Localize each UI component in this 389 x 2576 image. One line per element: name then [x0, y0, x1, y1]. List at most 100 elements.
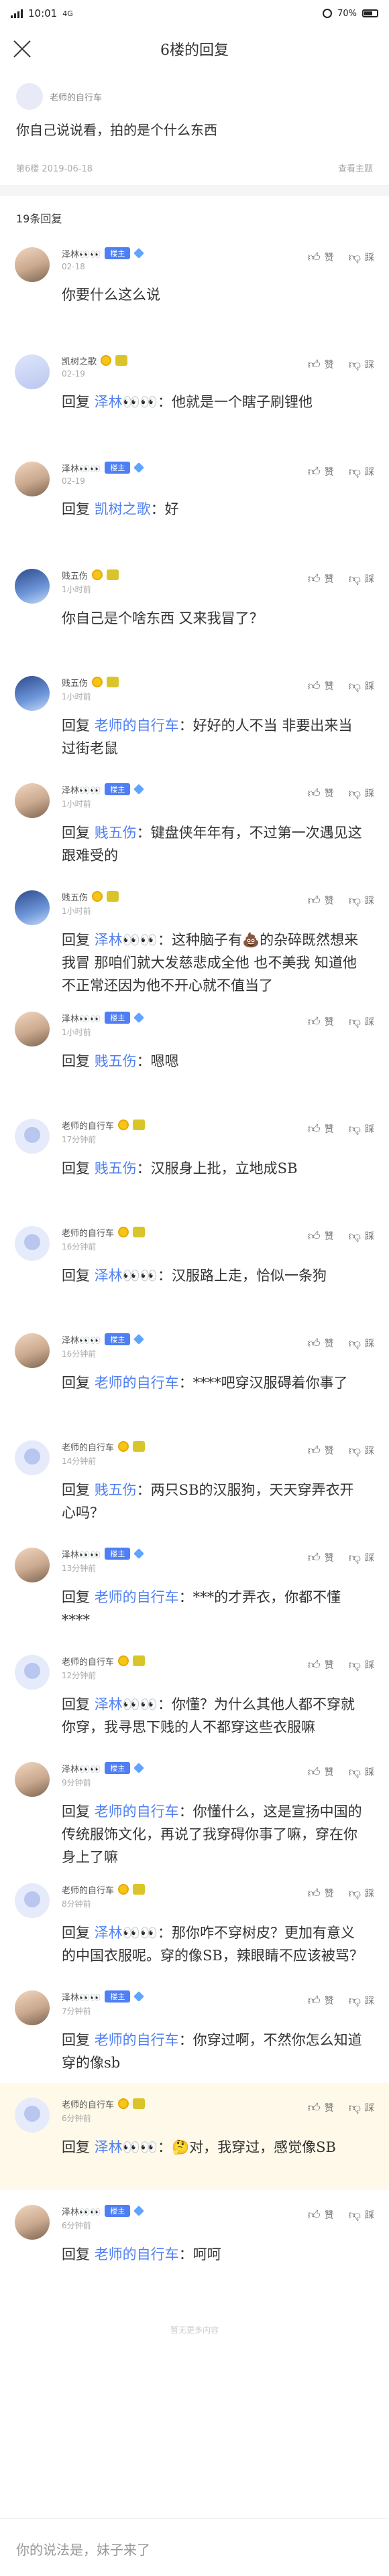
reply-item[interactable]: 泽林👀👀 楼主 02-18 👍︎ 赞 👎︎ 踩你要什么这么说 — [0, 232, 389, 340]
reply-item[interactable]: 泽林👀👀 楼主 16分钟前 👍︎ 赞 👎︎ 踩回复 老师的自行车：****吧穿汉服碍着你事了 — [0, 1318, 389, 1426]
reply-author[interactable]: 贱五伤 — [62, 569, 88, 582]
avatar[interactable] — [15, 783, 50, 818]
reply-item[interactable]: 贱五伤 1小时前 👍︎ 赞 👎︎ 踩回复 老师的自行车：好好的人不当 非要出来当过街老鼠 — [0, 661, 389, 768]
avatar[interactable] — [15, 2205, 50, 2240]
like-button[interactable]: 👍︎ 赞 — [308, 1336, 334, 1351]
mention-link[interactable]: 老师的自行车 — [95, 1589, 179, 1605]
avatar[interactable] — [15, 462, 50, 496]
reply-item[interactable]: 贱五伤 1小时前 👍︎ 赞 👎︎ 踩回复 泽林👀👀：这种脑子有💩的杂碎既然想来我冒 那咱们… — [0, 876, 389, 997]
dislike-button[interactable]: 👎︎ 踩 — [349, 1550, 374, 1565]
reply-author[interactable]: 老师的自行车 — [62, 1440, 114, 1453]
reply-item[interactable]: 泽林👀👀 楼主 6分钟前 👍︎ 赞 👎︎ 踩回复 老师的自行车：呵呵 — [0, 2190, 389, 2297]
reply-author[interactable]: 泽林👀👀 — [62, 462, 101, 474]
dislike-button[interactable]: 👎︎ 踩 — [349, 2100, 374, 2115]
reply-author[interactable]: 老师的自行车 — [62, 1655, 114, 1668]
like-button[interactable]: 👍︎ 赞 — [308, 1765, 334, 1779]
reply-item[interactable]: 泽林👀👀 楼主 1小时前 👍︎ 赞 👎︎ 踩回复 贱五伤：嗯嗯 — [0, 997, 389, 1104]
dislike-button[interactable]: 👎︎ 踩 — [349, 1122, 374, 1136]
reply-item[interactable]: 泽林👀👀 楼主 02-19 👍︎ 赞 👎︎ 踩回复 凯树之歌：好 — [0, 447, 389, 554]
avatar[interactable] — [15, 1883, 50, 1918]
mention-link[interactable]: 老师的自行车 — [95, 1375, 179, 1391]
mention-link[interactable]: 泽林👀👀 — [95, 1696, 158, 1712]
like-button[interactable]: 👍︎ 赞 — [308, 1014, 334, 1029]
dislike-button[interactable]: 👎︎ 踩 — [349, 464, 374, 479]
like-button[interactable]: 👍︎ 赞 — [308, 1657, 334, 1672]
like-button[interactable]: 👍︎ 赞 — [308, 1993, 334, 2008]
avatar[interactable] — [15, 1119, 50, 1154]
reply-item[interactable]: 老师的自行车 14分钟前 👍︎ 赞 👎︎ 踩回复 贱五伤：两只SB的汉服狗，天天穿弄衣开心… — [0, 1426, 389, 1533]
avatar[interactable] — [15, 676, 50, 711]
mention-link[interactable]: 泽林👀👀 — [95, 932, 158, 948]
avatar[interactable] — [15, 1990, 50, 2025]
like-button[interactable]: 👍︎ 赞 — [308, 786, 334, 801]
reply-author[interactable]: 老师的自行车 — [62, 2098, 114, 2110]
dislike-button[interactable]: 👎︎ 踩 — [349, 1336, 374, 1351]
avatar[interactable] — [15, 1762, 50, 1797]
reply-author[interactable]: 贱五伤 — [62, 890, 88, 903]
dislike-button[interactable]: 👎︎ 踩 — [349, 893, 374, 908]
like-button[interactable]: 👍︎ 赞 — [308, 1443, 334, 1458]
like-button[interactable]: 👍︎ 赞 — [308, 357, 334, 372]
post-author[interactable]: 老师的自行车 — [16, 83, 373, 110]
avatar[interactable] — [15, 1548, 50, 1582]
like-button[interactable]: 👍︎ 赞 — [308, 1886, 334, 1901]
reply-item[interactable]: 凯树之歌 02-19 👍︎ 赞 👎︎ 踩回复 泽林👀👀：他就是一个瞎子刷锂他 — [0, 340, 389, 447]
like-button[interactable]: 👍︎ 赞 — [308, 250, 334, 265]
like-button[interactable]: 👍︎ 赞 — [308, 2100, 334, 2115]
avatar[interactable] — [15, 1012, 50, 1046]
mention-link[interactable]: 贱五伤 — [95, 1053, 137, 1069]
dislike-button[interactable]: 👎︎ 踩 — [349, 1765, 374, 1779]
dislike-button[interactable]: 👎︎ 踩 — [349, 1443, 374, 1458]
reply-author[interactable]: 贱五伤 — [62, 676, 88, 689]
dislike-button[interactable]: 👎︎ 踩 — [349, 679, 374, 693]
like-button[interactable]: 👍︎ 赞 — [308, 893, 334, 908]
like-button[interactable]: 👍︎ 赞 — [308, 571, 334, 586]
avatar[interactable] — [15, 1655, 50, 1690]
mention-link[interactable]: 老师的自行车 — [95, 1804, 179, 1820]
mention-link[interactable]: 凯树之歌 — [95, 501, 151, 517]
reply-author[interactable]: 凯树之歌 — [62, 354, 97, 367]
avatar[interactable] — [15, 1440, 50, 1475]
comment-input[interactable]: 你的说法是，妹子来了 — [0, 2518, 389, 2576]
avatar[interactable] — [16, 83, 43, 110]
dislike-button[interactable]: 👎︎ 踩 — [349, 1886, 374, 1901]
reply-item[interactable]: 老师的自行车 16分钟前 👍︎ 赞 👎︎ 踩回复 泽林👀👀：汉服路上走，恰似一条狗 — [0, 1211, 389, 1318]
mention-link[interactable]: 泽林👀👀 — [95, 394, 158, 410]
reply-author[interactable]: 老师的自行车 — [62, 1883, 114, 1896]
mention-link[interactable]: 泽林👀👀 — [95, 1925, 158, 1941]
reply-item[interactable]: 泽林👀👀 楼主 9分钟前 👍︎ 赞 👎︎ 踩回复 老师的自行车：你懂什么，这是宣扬中国的传统… — [0, 1747, 389, 1869]
reply-item[interactable]: 贱五伤 1小时前 👍︎ 赞 👎︎ 踩你自己是个啥东西 又来我冒了？ — [0, 554, 389, 661]
reply-author[interactable]: 老师的自行车 — [62, 1119, 114, 1132]
mention-link[interactable]: 老师的自行车 — [95, 2032, 179, 2048]
dislike-button[interactable]: 👎︎ 踩 — [349, 1657, 374, 1672]
dislike-button[interactable]: 👎︎ 踩 — [349, 357, 374, 372]
reply-item[interactable]: 泽林👀👀 楼主 13分钟前 👍︎ 赞 👎︎ 踩回复 老师的自行车：***的才弄衣，你都不懂*… — [0, 1533, 389, 1640]
reply-item[interactable]: 老师的自行车 12分钟前 👍︎ 赞 👎︎ 踩回复 泽林👀👀：你懂？为什么其他人都不穿就你穿… — [0, 1640, 389, 1747]
reply-author[interactable]: 泽林👀👀 — [62, 2205, 101, 2218]
like-button[interactable]: 👍︎ 赞 — [308, 1550, 334, 1565]
reply-author[interactable]: 泽林👀👀 — [62, 1762, 101, 1775]
dislike-button[interactable]: 👎︎ 踩 — [349, 1229, 374, 1243]
reply-author[interactable]: 泽林👀👀 — [62, 783, 101, 796]
like-button[interactable]: 👍︎ 赞 — [308, 1229, 334, 1243]
mention-link[interactable]: 贱五伤 — [95, 825, 137, 841]
reply-item[interactable]: 泽林👀👀 楼主 7分钟前 👍︎ 赞 👎︎ 踩回复 老师的自行车：你穿过啊，不然你怎么知道穿的… — [0, 1976, 389, 2083]
mention-link[interactable]: 贱五伤 — [95, 1160, 137, 1176]
avatar[interactable] — [15, 247, 50, 282]
like-button[interactable]: 👍︎ 赞 — [308, 2208, 334, 2222]
reply-author[interactable]: 泽林👀👀 — [62, 1333, 101, 1346]
reply-author[interactable]: 泽林👀👀 — [62, 1990, 101, 2003]
reply-author[interactable]: 泽林👀👀 — [62, 247, 101, 260]
reply-item[interactable]: 老师的自行车 6分钟前 👍︎ 赞 👎︎ 踩回复 泽林👀👀：🤔对，我穿过，感觉像SB — [0, 2083, 389, 2190]
post-author-name[interactable]: 老师的自行车 — [50, 90, 102, 103]
mention-link[interactable]: 老师的自行车 — [95, 2246, 179, 2262]
dislike-button[interactable]: 👎︎ 踩 — [349, 786, 374, 801]
reply-author[interactable]: 泽林👀👀 — [62, 1012, 101, 1024]
mention-link[interactable]: 泽林👀👀 — [95, 1268, 158, 1284]
dislike-button[interactable]: 👎︎ 踩 — [349, 2208, 374, 2222]
avatar[interactable] — [15, 1226, 50, 1261]
avatar[interactable] — [15, 2098, 50, 2132]
dislike-button[interactable]: 👎︎ 踩 — [349, 1993, 374, 2008]
mention-link[interactable]: 泽林👀👀 — [95, 2139, 158, 2155]
reply-author[interactable]: 泽林👀👀 — [62, 1548, 101, 1560]
